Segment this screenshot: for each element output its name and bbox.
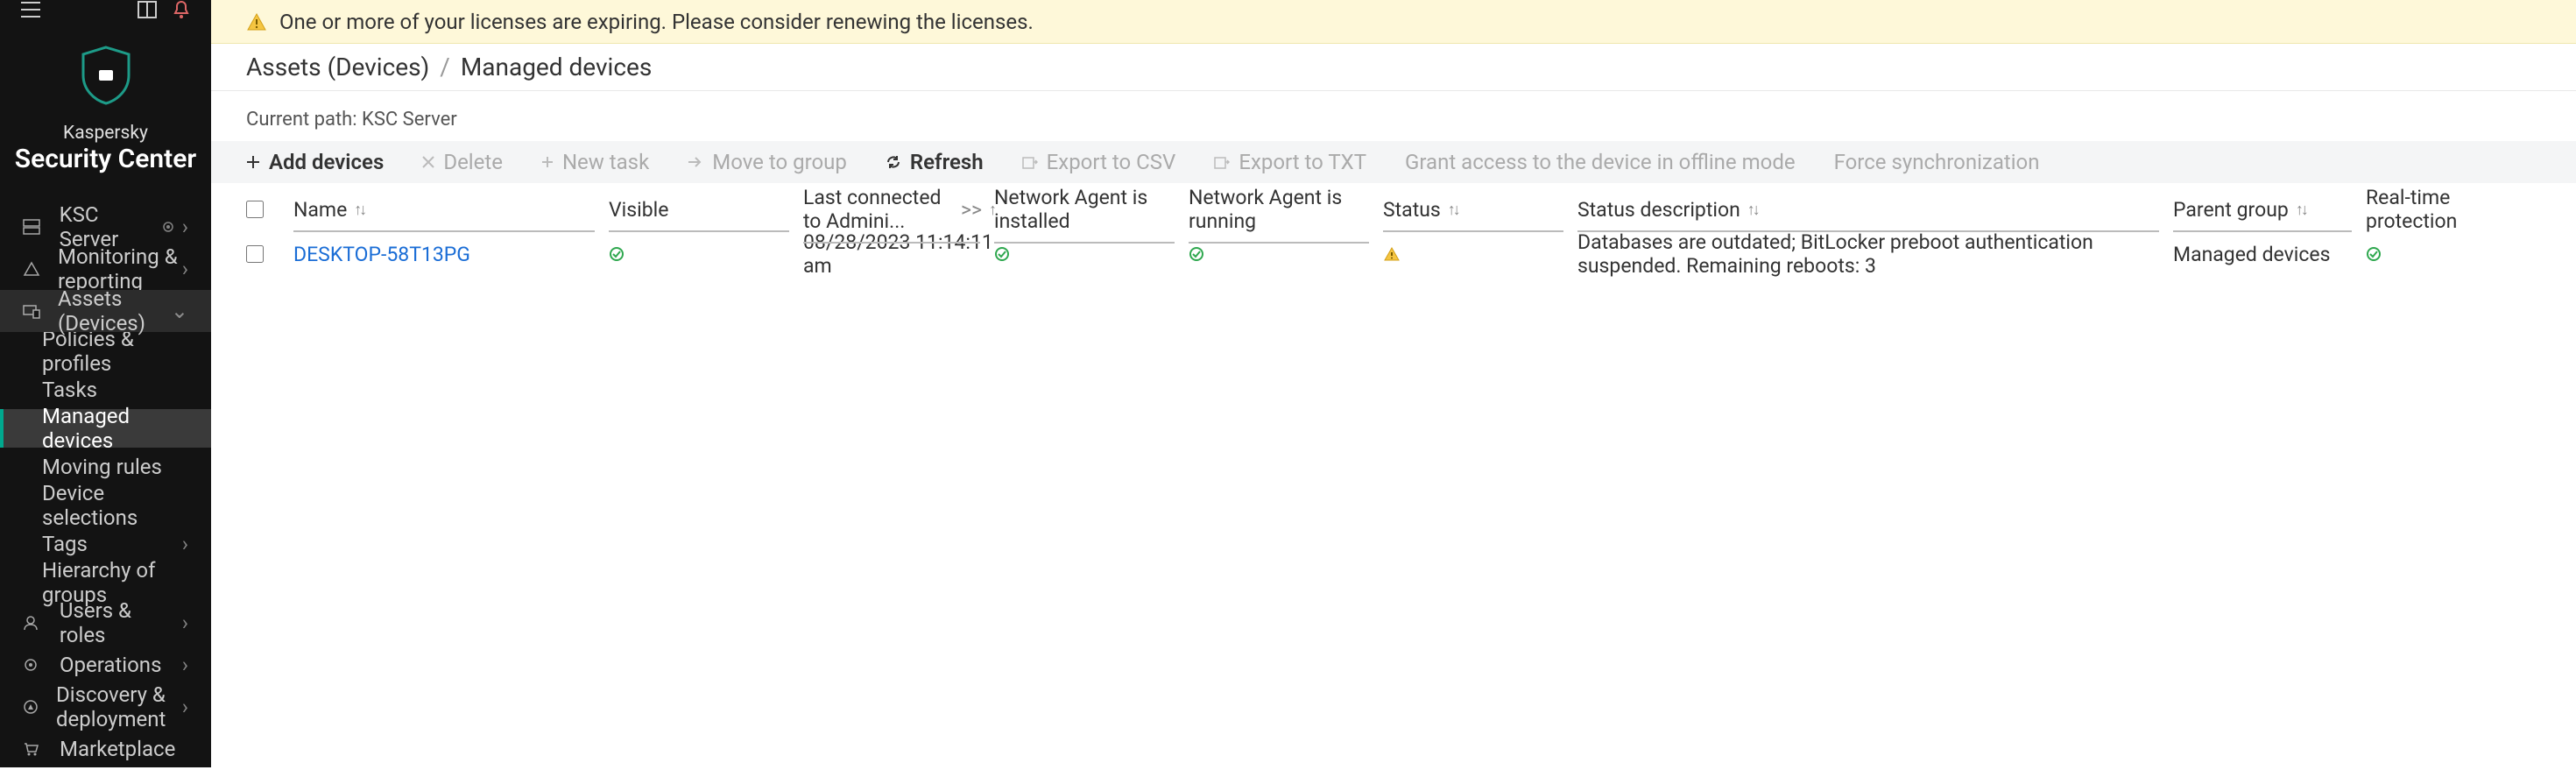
select-all-checkbox[interactable] [246,201,264,218]
cart-icon [23,741,42,757]
sidebar-sub-managed-devices[interactable]: Managed devices [0,409,211,448]
new-task-button[interactable]: New task [541,150,649,174]
server-icon [23,219,42,235]
sidebar-nav: KSC Server › Monitoring & reporting › As… [0,206,211,770]
delete-button[interactable]: Delete [422,150,503,174]
logo-line2: Security Center [0,144,211,174]
sidebar-item-label: Marketplace [60,737,175,761]
logo-line1: Kaspersky [0,123,211,144]
sidebar-item-label: Discovery & deployment [56,682,182,731]
move-to-group-button[interactable]: Move to group [688,150,847,174]
breadcrumb: Assets (Devices) / Managed devices [211,44,2576,90]
hamburger-icon[interactable] [21,2,40,18]
column-rtp[interactable]: Real-time protection [2366,186,2541,233]
table-row[interactable]: DESKTOP-58T13PG 08/28/2023 11:14:11 am D… [211,236,2576,272]
sidebar-item-discovery[interactable]: Discovery & deployment › [0,686,211,728]
column-status-description[interactable]: Status description↑↓ [1577,198,2173,222]
ok-icon [994,246,1010,262]
sidebar-item-monitoring[interactable]: Monitoring & reporting › [0,248,211,290]
toolbar: Add devices Delete New task Move to grou… [211,141,2576,183]
breadcrumb-part2: Managed devices [461,53,652,81]
current-path: Current path: KSC Server [211,91,2576,141]
column-agent-installed[interactable]: Network Agent is installed [994,186,1189,233]
refresh-icon [886,154,901,170]
warning-text: One or more of your licenses are expirin… [279,10,1034,34]
warning-triangle-icon [246,12,267,32]
sidebar-sub-hierarchy[interactable]: Hierarchy of groups [0,563,211,602]
logo: Kaspersky Security Center [0,19,211,206]
sidebar-item-label: Operations [60,653,161,677]
x-icon [422,156,434,168]
export-icon [1214,155,1230,169]
chevron-right-icon: › [182,695,188,719]
table-header: Name↑↓ Visible Last connected to Admini.… [211,183,2576,236]
sidebar-item-operations[interactable]: Operations › [0,644,211,686]
sidebar-sub-policies[interactable]: Policies & profiles [0,332,211,371]
offline-access-button[interactable]: Grant access to the device in offline mo… [1405,150,1796,174]
force-sync-button[interactable]: Force synchronization [1834,150,2040,174]
bell-icon[interactable] [173,0,190,19]
chevron-right-icon: › [182,532,188,556]
plus-icon [246,155,260,169]
parent-group-value: Managed devices [2173,243,2330,266]
column-parent-group[interactable]: Parent group↑↓ [2173,198,2366,222]
compass-icon [23,699,39,715]
chevron-right-icon: › [182,215,188,239]
plus-icon [541,156,554,168]
column-last-connected[interactable]: Last connected to Admini...>>↑ [803,186,994,233]
chevron-down-icon: ⌄ [171,299,188,323]
sidebar: Kaspersky Security Center KSC Server › M… [0,0,211,767]
main: One or more of your licenses are expirin… [211,0,2576,767]
sidebar-item-assets[interactable]: Assets (Devices) ⌄ [0,290,211,332]
move-icon [688,156,703,168]
export-csv-button[interactable]: Export to CSV [1022,150,1176,174]
sidebar-item-label: Assets (Devices) [58,286,171,336]
refresh-button[interactable]: Refresh [886,150,984,174]
last-connected-value: 08/28/2023 11:14:11 am [803,230,994,278]
status-description-value: Databases are outdated; BitLocker preboo… [1577,230,2173,278]
warning-triangle-icon [1383,246,1401,262]
column-name[interactable]: Name↑↓ [293,198,609,222]
row-checkbox[interactable] [246,245,264,263]
sidebar-item-label: Users & roles [60,598,182,647]
sidebar-item-users[interactable]: Users & roles › [0,602,211,644]
sort-icon: ↑↓ [1448,201,1458,219]
sort-icon: ↑↓ [1747,201,1758,219]
breadcrumb-sep: / [440,53,450,81]
device-link[interactable]: DESKTOP-58T13PG [293,243,470,266]
sidebar-top [0,0,211,19]
devices-icon [23,303,40,319]
ok-icon [609,246,625,262]
ok-icon [1189,246,1204,262]
column-status[interactable]: Status↑↓ [1383,198,1577,222]
chevron-right-icon: › [182,653,188,677]
user-icon [23,615,42,631]
column-visible[interactable]: Visible [609,198,803,222]
select-all-column [246,201,293,218]
warning-icon [23,261,40,277]
sidebar-item-ksc-server[interactable]: KSC Server › [0,206,211,248]
ok-icon [2366,246,2382,262]
breadcrumb-part1[interactable]: Assets (Devices) [246,53,429,81]
export-icon [1022,155,1038,169]
export-txt-button[interactable]: Export to TXT [1214,150,1366,174]
column-agent-running[interactable]: Network Agent is running [1189,186,1383,233]
chevron-right-icon: › [182,257,188,281]
panel-icon[interactable] [138,1,157,18]
sort-icon: ↑↓ [2296,201,2306,219]
add-devices-button[interactable]: Add devices [246,150,384,174]
gear-icon [23,657,42,673]
license-warning-bar: One or more of your licenses are expirin… [211,0,2576,44]
sidebar-item-marketplace[interactable]: Marketplace [0,728,211,770]
sidebar-sub-device-selections[interactable]: Device selections [0,486,211,525]
sort-icon: ↑↓ [354,201,364,219]
chevron-right-icon: › [182,611,188,635]
gear-icon[interactable] [161,215,175,239]
